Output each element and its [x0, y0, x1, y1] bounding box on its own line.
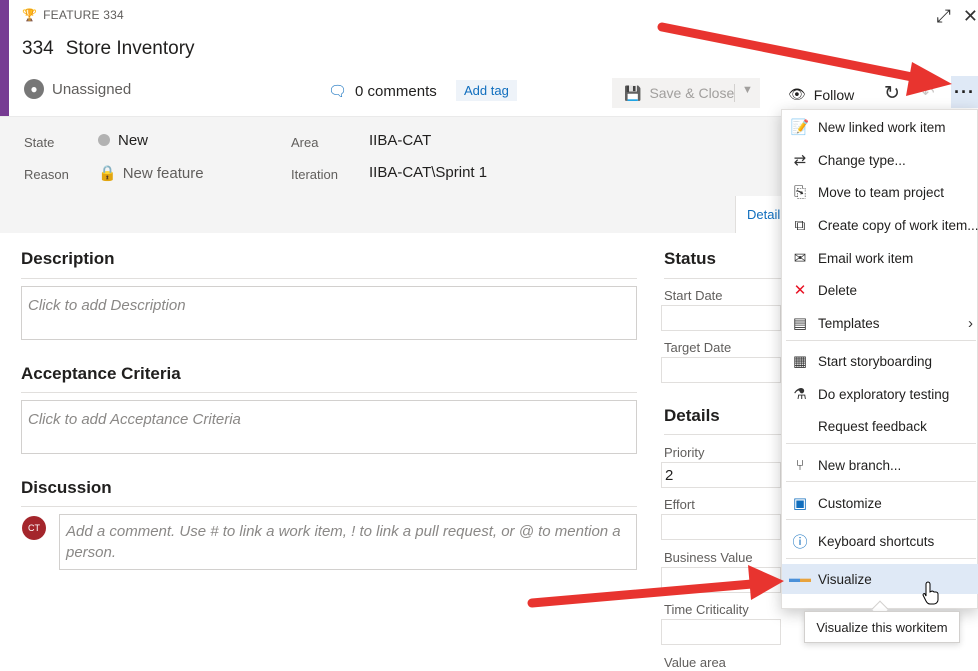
email-icon: ✉ [793, 250, 807, 267]
menu-item-request-feedback[interactable]: Request feedback [782, 411, 978, 441]
state-dot-icon [98, 134, 110, 146]
status-title: Status [664, 249, 716, 268]
discussion-title: Discussion [21, 478, 112, 497]
menu-item-start-storyboarding[interactable]: ▦ Start storyboarding [782, 346, 978, 376]
target-date-input[interactable] [661, 357, 781, 383]
menu-item-move-to-team-project[interactable]: ⎘ Move to team project [782, 177, 978, 207]
menu-separator [786, 443, 976, 444]
user-avatar: CT [22, 516, 46, 540]
menu-item-visualize[interactable]: ▬▬ Visualize [782, 564, 978, 594]
comments-icon: 🗨 [328, 83, 348, 100]
undo-icon[interactable]: ↶ [922, 84, 935, 102]
assignee-label: Unassigned [52, 80, 132, 98]
time-criticality-label: Time Criticality [664, 602, 749, 617]
effort-label: Effort [664, 497, 695, 512]
target-date-label: Target Date [664, 340, 732, 355]
menu-item-delete[interactable]: ✕ Delete [782, 275, 978, 305]
menu-item-create-copy[interactable]: ⧉ Create copy of work item... [782, 210, 978, 240]
copy-icon: ⧉ [794, 216, 806, 234]
menu-item-customize[interactable]: ▣ Customize [782, 488, 978, 518]
menu-item-keyboard-shortcuts[interactable]: ⓘ Keyboard shortcuts [782, 526, 978, 556]
lock-icon: 🔒 [98, 165, 117, 182]
chevron-right-icon: › [968, 314, 973, 332]
work-item-title-text[interactable]: Store Inventory [66, 38, 195, 60]
menu-separator [786, 481, 976, 482]
acceptance-criteria-input[interactable]: Click to add Acceptance Criteria [21, 400, 637, 454]
details-title: Details [664, 406, 720, 425]
menu-separator [786, 558, 976, 559]
business-value-label: Business Value [664, 550, 753, 565]
templates-icon: ▤ [792, 315, 808, 332]
change-type-icon: ⇄ [793, 152, 807, 169]
priority-input[interactable]: 2 [661, 462, 781, 488]
more-actions-menu: 📝 New linked work item ⇄ Change type... ⎘ M… [781, 109, 978, 609]
window-controls: ⤢ ✕ [937, 6, 978, 27]
reason-field: 🔒 New feature [98, 165, 204, 182]
value-area-label: Value area [664, 655, 726, 670]
close-icon[interactable]: ✕ [963, 6, 978, 27]
visualize-tooltip: Visualize this workitem [804, 611, 960, 643]
iteration-label: Iteration [291, 167, 338, 182]
menu-item-new-branch[interactable]: ⑂ New branch... [782, 450, 978, 480]
menu-item-email-work-item[interactable]: ✉ Email work item [782, 243, 978, 273]
eye-icon: 👁 [788, 86, 806, 102]
state-field[interactable]: New [98, 132, 148, 149]
save-icon: 💾 [624, 84, 642, 101]
section-divider [21, 392, 637, 393]
tab-details[interactable]: Detail [735, 196, 785, 233]
menu-item-new-linked-work-item[interactable]: 📝 New linked work item [782, 112, 978, 142]
area-label: Area [291, 135, 319, 150]
work-item-id: 334 [22, 38, 54, 59]
work-item-type-color-bar [0, 0, 9, 116]
chevron-down-icon[interactable]: ▼ [742, 84, 753, 96]
description-title: Description [21, 249, 115, 268]
unassigned-avatar-icon: ● [24, 79, 44, 99]
storyboard-icon: ▦ [792, 353, 808, 370]
customize-icon: ▣ [792, 495, 808, 512]
work-item-title[interactable]: 334 Store Inventory [22, 38, 195, 60]
menu-separator [786, 340, 976, 341]
assigned-to-field[interactable]: ● Unassigned [24, 79, 131, 99]
priority-label: Priority [664, 445, 705, 460]
delete-icon: ✕ [793, 282, 807, 299]
exploratory-icon: ⚗ [793, 386, 807, 403]
expand-icon[interactable]: ⤢ [937, 6, 951, 27]
time-criticality-input[interactable] [661, 619, 781, 645]
menu-item-change-type[interactable]: ⇄ Change type... [782, 145, 978, 175]
description-input[interactable]: Click to add Description [21, 286, 637, 340]
move-icon: ⎘ [793, 183, 806, 201]
start-date-input[interactable] [661, 305, 781, 331]
visualize-icon: ▬▬ [789, 573, 811, 585]
menu-item-templates[interactable]: ▤ Templates › [782, 308, 978, 338]
start-date-label: Start Date [664, 288, 723, 303]
trophy-icon: 🏆 [22, 8, 38, 22]
section-divider [664, 278, 784, 279]
acceptance-criteria-title: Acceptance Criteria [21, 364, 181, 383]
menu-item-exploratory-testing[interactable]: ⚗ Do exploratory testing [782, 379, 978, 409]
menu-separator [786, 519, 976, 520]
comments-link[interactable]: 🗨 0 comments [328, 82, 437, 101]
effort-input[interactable] [661, 514, 781, 540]
work-item-type-label: 🏆 FEATURE 334 [22, 8, 124, 22]
refresh-icon[interactable]: ↻ [884, 82, 900, 105]
follow-button[interactable]: 👁 Follow [788, 86, 854, 103]
iteration-field[interactable]: IIBA-CAT\Sprint 1 [369, 164, 487, 181]
area-field[interactable]: IIBA-CAT [369, 132, 431, 149]
hand-cursor-icon [922, 581, 939, 605]
save-button-divider [734, 84, 735, 102]
section-divider [664, 434, 784, 435]
branch-icon: ⑂ [795, 456, 805, 474]
business-value-input[interactable] [661, 567, 781, 593]
add-tag-button[interactable]: Add tag [456, 80, 517, 101]
section-divider [21, 506, 637, 507]
comment-input[interactable]: Add a comment. Use # to link a work item… [59, 514, 637, 570]
new-linked-icon: 📝 [790, 119, 810, 136]
state-label: State [24, 135, 55, 150]
section-divider [21, 278, 637, 279]
info-icon: ⓘ [792, 533, 808, 551]
save-close-button[interactable]: 💾 Save & Close ▼ [612, 78, 760, 108]
reason-label: Reason [24, 167, 69, 182]
more-actions-button[interactable]: ··· [951, 76, 978, 108]
